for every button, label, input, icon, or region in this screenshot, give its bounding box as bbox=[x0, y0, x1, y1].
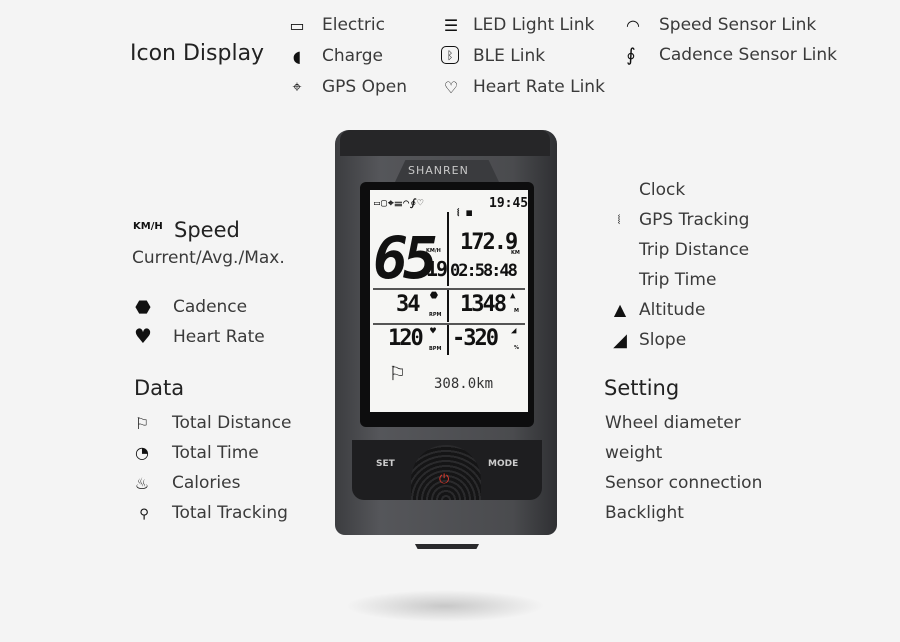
icon-label: Electric bbox=[322, 15, 385, 35]
lcd-speed-decimal: 19 bbox=[426, 257, 448, 281]
speed-unit: KM/H bbox=[133, 221, 163, 232]
slope-icon: ◢ bbox=[511, 326, 517, 336]
lcd-distance-unit: KM bbox=[511, 250, 520, 256]
lcd-trip-distance: 172.9 bbox=[460, 230, 518, 255]
lcd-divider bbox=[373, 288, 525, 290]
speedometer-icon: ◠ bbox=[626, 15, 640, 35]
speed-title: Speed bbox=[174, 218, 240, 242]
speed-subtitle: Current/Avg./Max. bbox=[132, 248, 285, 268]
lcd-heart-unit: BPM bbox=[429, 346, 442, 352]
device-top-strip bbox=[340, 130, 550, 156]
heart-icon: ♥ bbox=[134, 324, 152, 348]
headlight-icon: ☰ bbox=[443, 15, 459, 35]
status-icons: ▭▢⌖☰◠∮♡ bbox=[374, 198, 425, 209]
lcd-divider bbox=[447, 212, 449, 286]
flag-icon: ⚐ bbox=[134, 413, 150, 433]
cadence-icon: ⬣ bbox=[135, 296, 151, 318]
flame-icon: ♨ bbox=[134, 473, 150, 493]
lcd-slope-unit: % bbox=[514, 345, 520, 351]
lcd-speed: 65 bbox=[373, 224, 438, 292]
icon-label: Speed Sensor Link bbox=[659, 15, 817, 35]
lcd-total-distance: 308.0km bbox=[434, 376, 494, 392]
gps-tracking-label: GPS Tracking bbox=[639, 210, 750, 230]
icon-label: Charge bbox=[322, 46, 384, 66]
lcd-screen: ▭▢⌖☰◠∮♡ 19:45 65 KM/H 19 ⧙ ◼ 172.9 KM 02… bbox=[370, 190, 528, 412]
lcd-trip-time: 02:58:48 bbox=[450, 261, 518, 281]
cadence-sensor-icon: ∮ bbox=[626, 44, 636, 66]
data-item: Total Tracking bbox=[172, 503, 288, 523]
set-button[interactable]: SET bbox=[376, 459, 395, 469]
setting-item: Sensor connection bbox=[605, 473, 763, 493]
mode-button[interactable]: MODE bbox=[488, 459, 518, 469]
setting-item: Wheel diameter bbox=[605, 413, 741, 433]
lcd-cadence-unit: RPM bbox=[429, 312, 442, 318]
data-item: Calories bbox=[172, 473, 241, 493]
slope-icon: ◢ bbox=[613, 329, 627, 351]
lcd-altitude-unit: M bbox=[514, 308, 519, 314]
heart-pulse-icon: ♡ bbox=[443, 77, 459, 97]
trip-distance-label: Trip Distance bbox=[639, 240, 750, 260]
heart-rate-label: Heart Rate bbox=[173, 327, 265, 347]
altitude-label: Altitude bbox=[639, 300, 706, 320]
cadence-icon: ⬣ bbox=[430, 291, 438, 301]
icon-label: LED Light Link bbox=[473, 15, 595, 35]
icon-label: BLE Link bbox=[473, 46, 546, 66]
heart-icon: ♥ bbox=[430, 326, 437, 337]
gps-tracking-icon: ⧙ ◼ bbox=[457, 206, 473, 219]
slope-label: Slope bbox=[639, 330, 687, 350]
lcd-speed-unit: KM/H bbox=[426, 248, 441, 254]
lcd-heart-rate: 120 bbox=[388, 326, 424, 351]
mountain-icon: ▲ bbox=[510, 291, 516, 301]
data-item: Total Time bbox=[172, 443, 259, 463]
setting-item: Backlight bbox=[605, 503, 684, 523]
mountain-icon: ▲ bbox=[613, 299, 627, 319]
trip-time-label: Trip Time bbox=[639, 270, 717, 290]
route-icon: ⚲ bbox=[139, 506, 149, 522]
icon-display-title: Icon Display bbox=[130, 41, 265, 66]
icon-label: GPS Open bbox=[322, 77, 408, 97]
lcd-cadence: 34 bbox=[396, 292, 420, 317]
battery-icon: ▭ bbox=[289, 15, 305, 35]
setting-title: Setting bbox=[604, 376, 680, 400]
device-shadow bbox=[345, 590, 545, 622]
cadence-label: Cadence bbox=[173, 297, 248, 317]
data-item: Total Distance bbox=[172, 413, 292, 433]
lcd-divider bbox=[373, 323, 525, 325]
icon-label: Cadence Sensor Link bbox=[659, 45, 838, 65]
clock-icon: ◔ bbox=[135, 442, 149, 462]
setting-item: weight bbox=[605, 443, 663, 463]
data-title: Data bbox=[134, 376, 185, 400]
icon-label: Heart Rate Link bbox=[473, 77, 605, 97]
flag-icon: ⚐ bbox=[390, 358, 405, 386]
satellite-icon: ⌖ bbox=[292, 77, 302, 96]
brand-logo: SHANREN bbox=[408, 164, 469, 177]
gps-tracking-icon: ⧙ bbox=[617, 212, 621, 228]
bluetooth-icon: ᛒ bbox=[441, 46, 459, 64]
plug-icon: ◖ bbox=[292, 46, 302, 66]
lcd-divider bbox=[447, 325, 449, 355]
lcd-altitude: 1348 bbox=[460, 292, 507, 317]
lcd-divider bbox=[447, 290, 449, 322]
power-icon: ⏻ bbox=[439, 472, 450, 487]
clock-label: Clock bbox=[639, 180, 686, 200]
lcd-slope: -320 bbox=[452, 326, 499, 351]
lcd-clock: 19:45 bbox=[489, 196, 529, 211]
